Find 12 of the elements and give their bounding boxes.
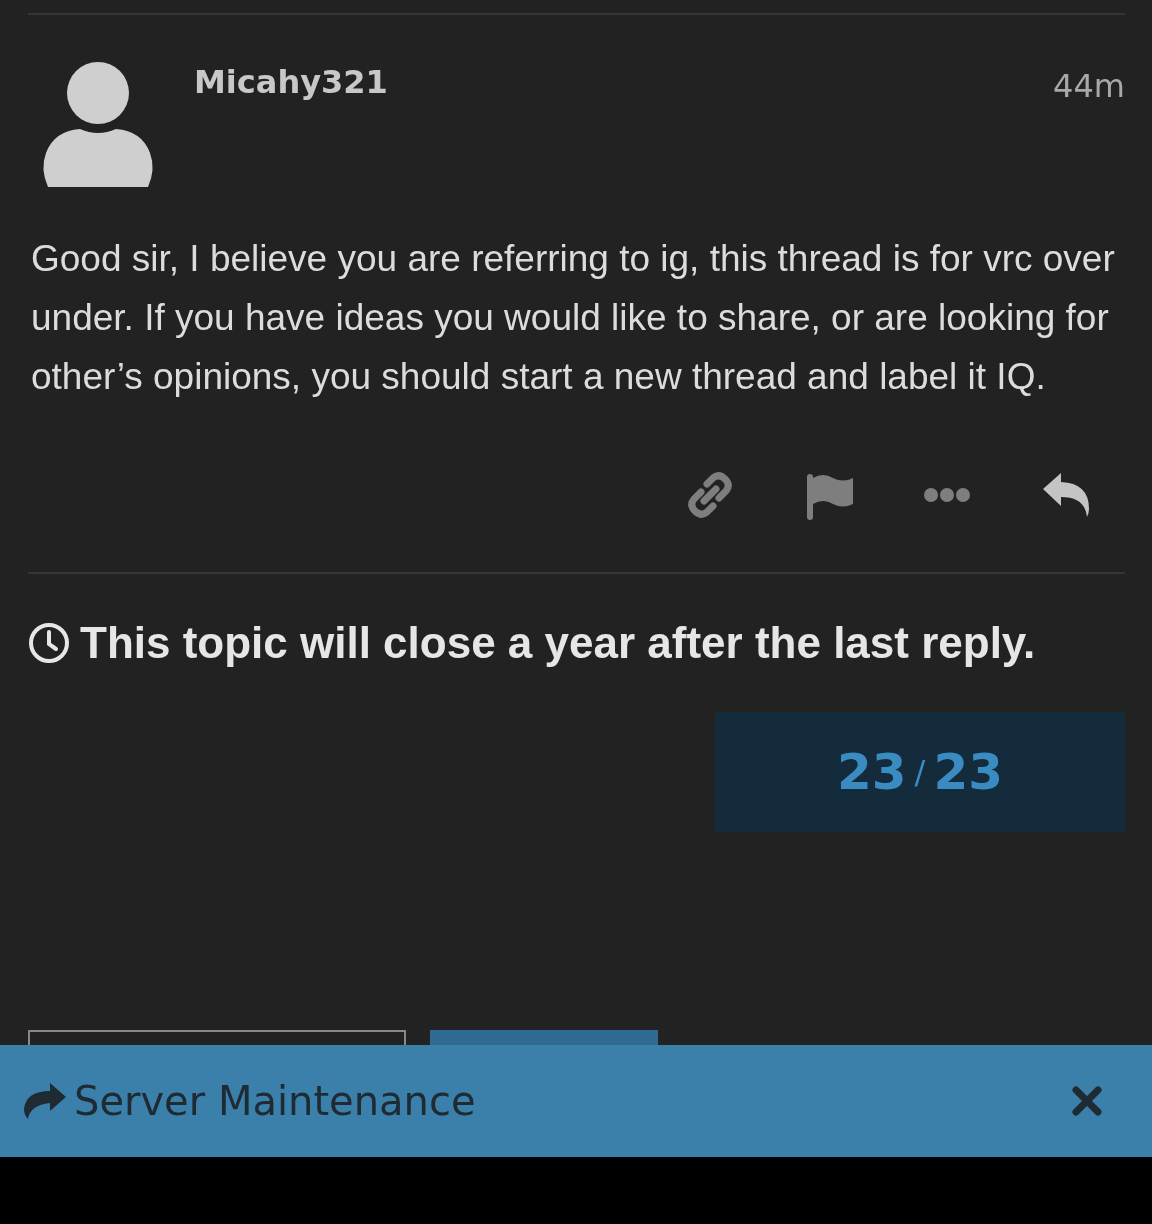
post-body: Good sir, I believe you are referring to ig, this thread is for vrc over under. If you have ideas you would like to share, or are looking for other’s opinions, you should start a new thread and label it IQ. bbox=[31, 237, 1116, 399]
link-icon[interactable] bbox=[685, 470, 735, 520]
username[interactable]: Micahy321 bbox=[194, 63, 388, 101]
clock-icon bbox=[28, 622, 70, 664]
topic-close-notice: This topic will close a year after the last reply. bbox=[80, 618, 1036, 668]
banner-title[interactable]: Server Maintenance bbox=[74, 1078, 476, 1124]
close-button[interactable] bbox=[1072, 1086, 1102, 1116]
share-arrow-icon bbox=[22, 1083, 66, 1119]
more-icon[interactable] bbox=[923, 487, 971, 503]
post-time: 44m bbox=[1053, 67, 1125, 105]
progress-indicator[interactable]: 23 / 23 bbox=[715, 712, 1125, 832]
reply-icon[interactable] bbox=[1041, 473, 1091, 517]
